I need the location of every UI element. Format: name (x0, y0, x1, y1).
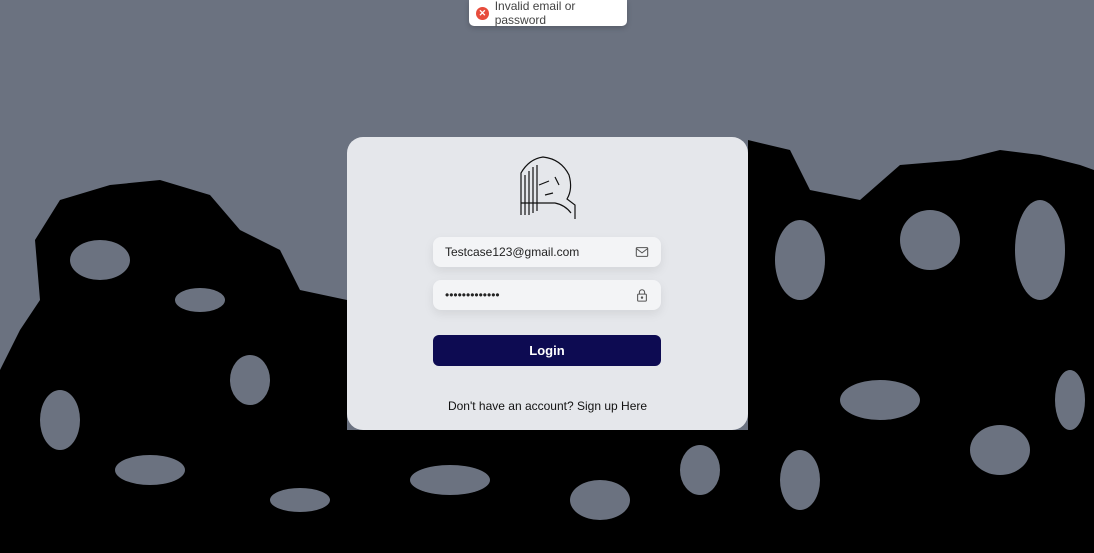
email-input[interactable] (445, 245, 635, 259)
password-field[interactable] (433, 280, 661, 310)
logo-icon (520, 156, 576, 219)
login-button[interactable]: Login (433, 335, 661, 366)
email-field[interactable] (433, 237, 661, 267)
error-toast: ✕ Invalid email or password (469, 0, 627, 27)
mail-icon (635, 247, 649, 257)
lock-icon (637, 289, 647, 302)
login-card: Login Don't have an account? Sign up Her… (347, 137, 748, 430)
error-circle-icon: ✕ (476, 6, 489, 20)
password-input[interactable] (445, 288, 635, 302)
signup-row: Don't have an account? Sign up Here (347, 399, 748, 413)
signup-prompt: Don't have an account? (447, 399, 574, 413)
signup-link[interactable]: Sign up Here (577, 399, 647, 413)
toast-message: Invalid email or password (494, 0, 576, 27)
